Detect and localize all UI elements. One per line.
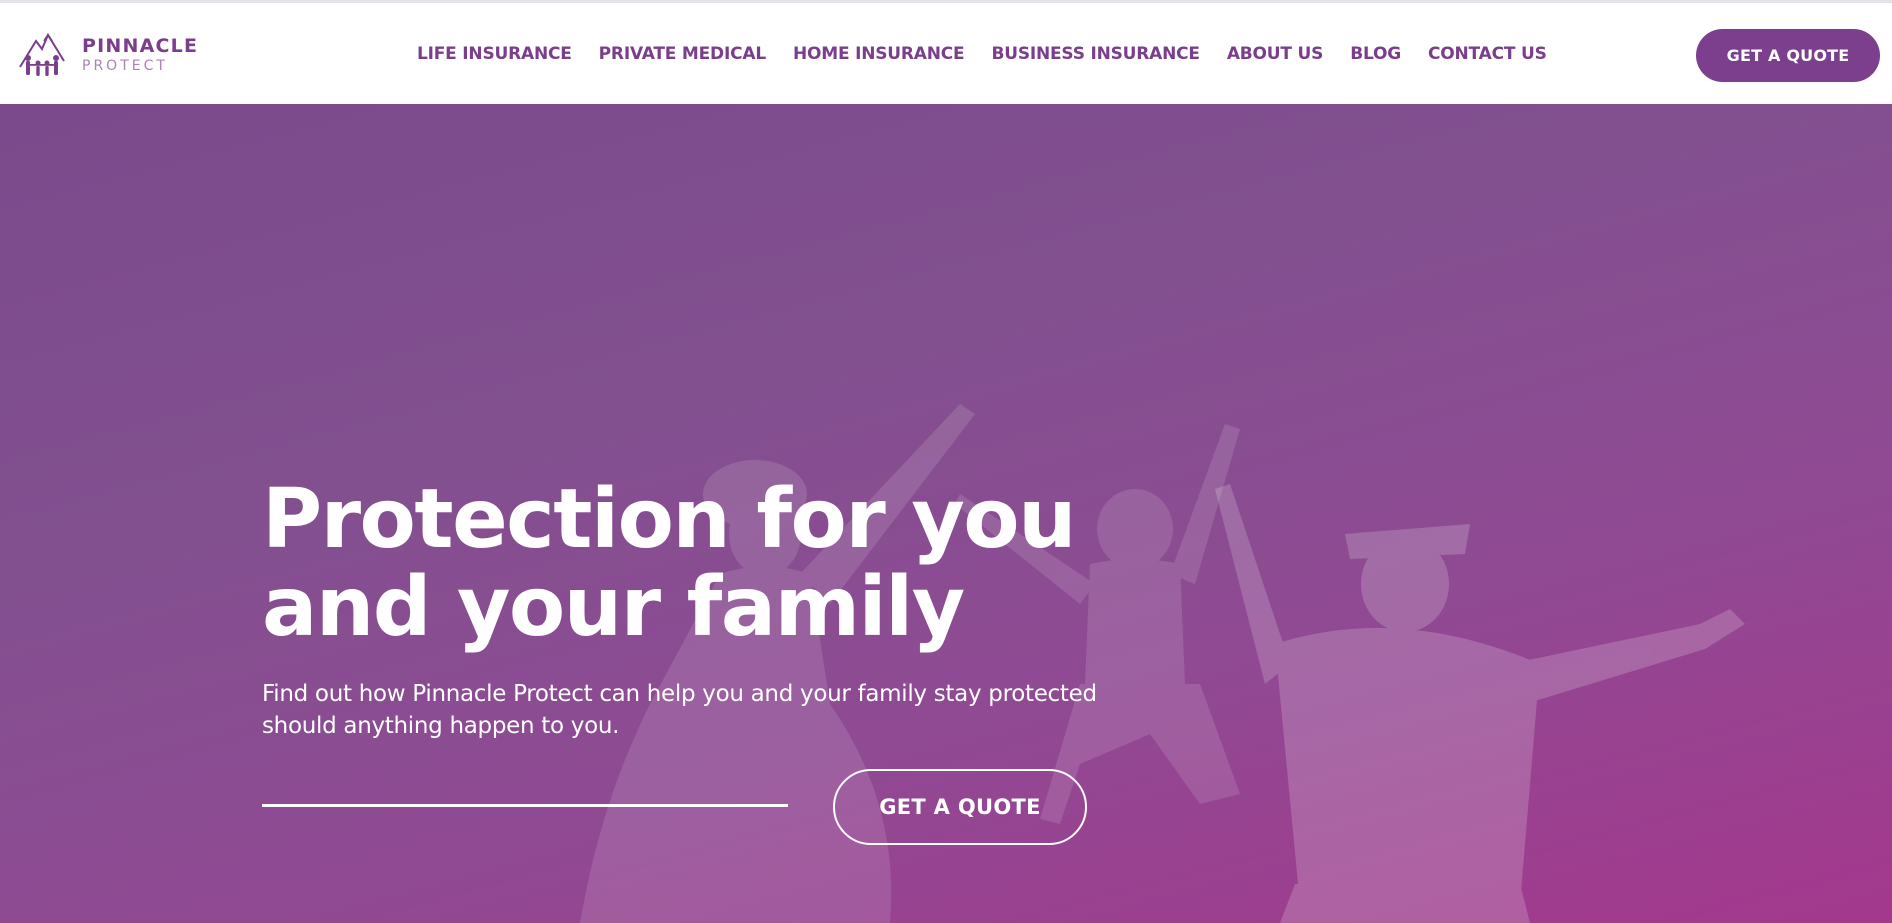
logo-tagline: PROTECT [82, 58, 168, 74]
hero-title-line1: Protection for you [262, 472, 1077, 567]
logo[interactable]: PINNACLE PROTECT [18, 25, 208, 85]
nav-about-us[interactable]: ABOUT US [1227, 44, 1324, 64]
nav-life-insurance[interactable]: LIFE INSURANCE [417, 44, 572, 64]
nav-blog[interactable]: BLOG [1350, 44, 1401, 64]
nav-business-insurance[interactable]: BUSINESS INSURANCE [991, 44, 1200, 64]
mountain-family-icon [19, 32, 65, 76]
hero-section: Protection for you and your family Find … [0, 104, 1892, 923]
nav-contact-us[interactable]: CONTACT US [1428, 44, 1547, 64]
site-header: PINNACLE PROTECT LIFE INSURANCE PRIVATE … [0, 3, 1892, 104]
logo-name: PINNACLE [82, 35, 199, 57]
nav-private-medical[interactable]: PRIVATE MEDICAL [599, 44, 766, 64]
header-get-quote-button[interactable]: GET A QUOTE [1696, 29, 1880, 82]
hero-title-line2: and your family [262, 560, 965, 655]
nav-home-insurance[interactable]: HOME INSURANCE [793, 44, 965, 64]
hero-get-quote-button[interactable]: GET A QUOTE [833, 769, 1087, 845]
hero-divider-line [262, 804, 788, 807]
main-nav: LIFE INSURANCE PRIVATE MEDICAL HOME INSU… [417, 3, 1574, 104]
hero-title: Protection for you and your family [262, 476, 1162, 652]
hero-subtitle: Find out how Pinnacle Protect can help y… [262, 681, 1097, 739]
